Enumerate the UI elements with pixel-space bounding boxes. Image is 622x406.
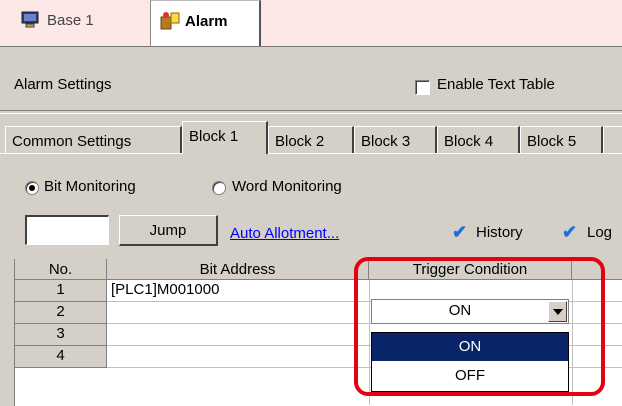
tab-block-2[interactable]: Block 2 [268, 126, 354, 153]
auto-allotment-link[interactable]: Auto Allotment... [230, 225, 339, 242]
tab-block-1[interactable]: Block 1 [182, 121, 268, 154]
bit-monitoring-radio[interactable] [25, 181, 39, 195]
bit-monitoring-label: Bit Monitoring [44, 178, 136, 195]
tab-base-1[interactable]: Base 1 [4, 0, 150, 44]
tab-label: Block 3 [361, 133, 411, 150]
address-input[interactable] [25, 215, 109, 245]
logging-label: Log [587, 224, 613, 241]
tab-label: Block 4 [444, 133, 494, 150]
callout-highlight [354, 257, 605, 396]
tab-label: Block 5 [527, 133, 577, 150]
monitor-icon [21, 11, 39, 28]
tab-common-settings[interactable]: Common Settings [5, 126, 182, 153]
alarm-bell-icon [159, 10, 181, 30]
tab-block-3[interactable]: Block 3 [354, 126, 437, 153]
row-number: 2 [15, 302, 107, 324]
header-bit-address: Bit Address [107, 259, 369, 280]
radio-dot [29, 185, 35, 191]
logging-check-icon[interactable]: ✔ [562, 222, 577, 243]
history-check-icon[interactable]: ✔ [452, 222, 467, 243]
word-monitoring-radio[interactable] [212, 181, 226, 195]
panel-title: Alarm Settings [14, 76, 112, 93]
tab-baseline [0, 153, 622, 154]
tab-alarm[interactable]: Alarm [150, 0, 261, 46]
row-number: 4 [15, 346, 107, 368]
tab-label: Block 1 [189, 128, 239, 145]
row-number: 1 [15, 280, 107, 302]
history-label: History [476, 224, 523, 241]
tab-label: Block 2 [275, 133, 325, 150]
divider [0, 110, 622, 114]
jump-button[interactable]: Jump [119, 215, 218, 246]
tab-alarm-label: Alarm [185, 13, 228, 30]
tab-label: Common Settings [12, 133, 132, 150]
row-number: 3 [15, 324, 107, 346]
enable-text-table-checkbox[interactable] [415, 80, 430, 95]
tab-more[interactable] [603, 126, 622, 153]
bit-address-cell[interactable]: [PLC1]M001000 [111, 281, 219, 298]
tab-base-1-label: Base 1 [47, 12, 94, 29]
tab-block-5[interactable]: Block 5 [520, 126, 603, 153]
word-monitoring-label: Word Monitoring [232, 178, 342, 195]
enable-text-table-label: Enable Text Table [437, 76, 555, 93]
header-no: No. [15, 259, 107, 280]
tab-block-4[interactable]: Block 4 [437, 126, 520, 153]
